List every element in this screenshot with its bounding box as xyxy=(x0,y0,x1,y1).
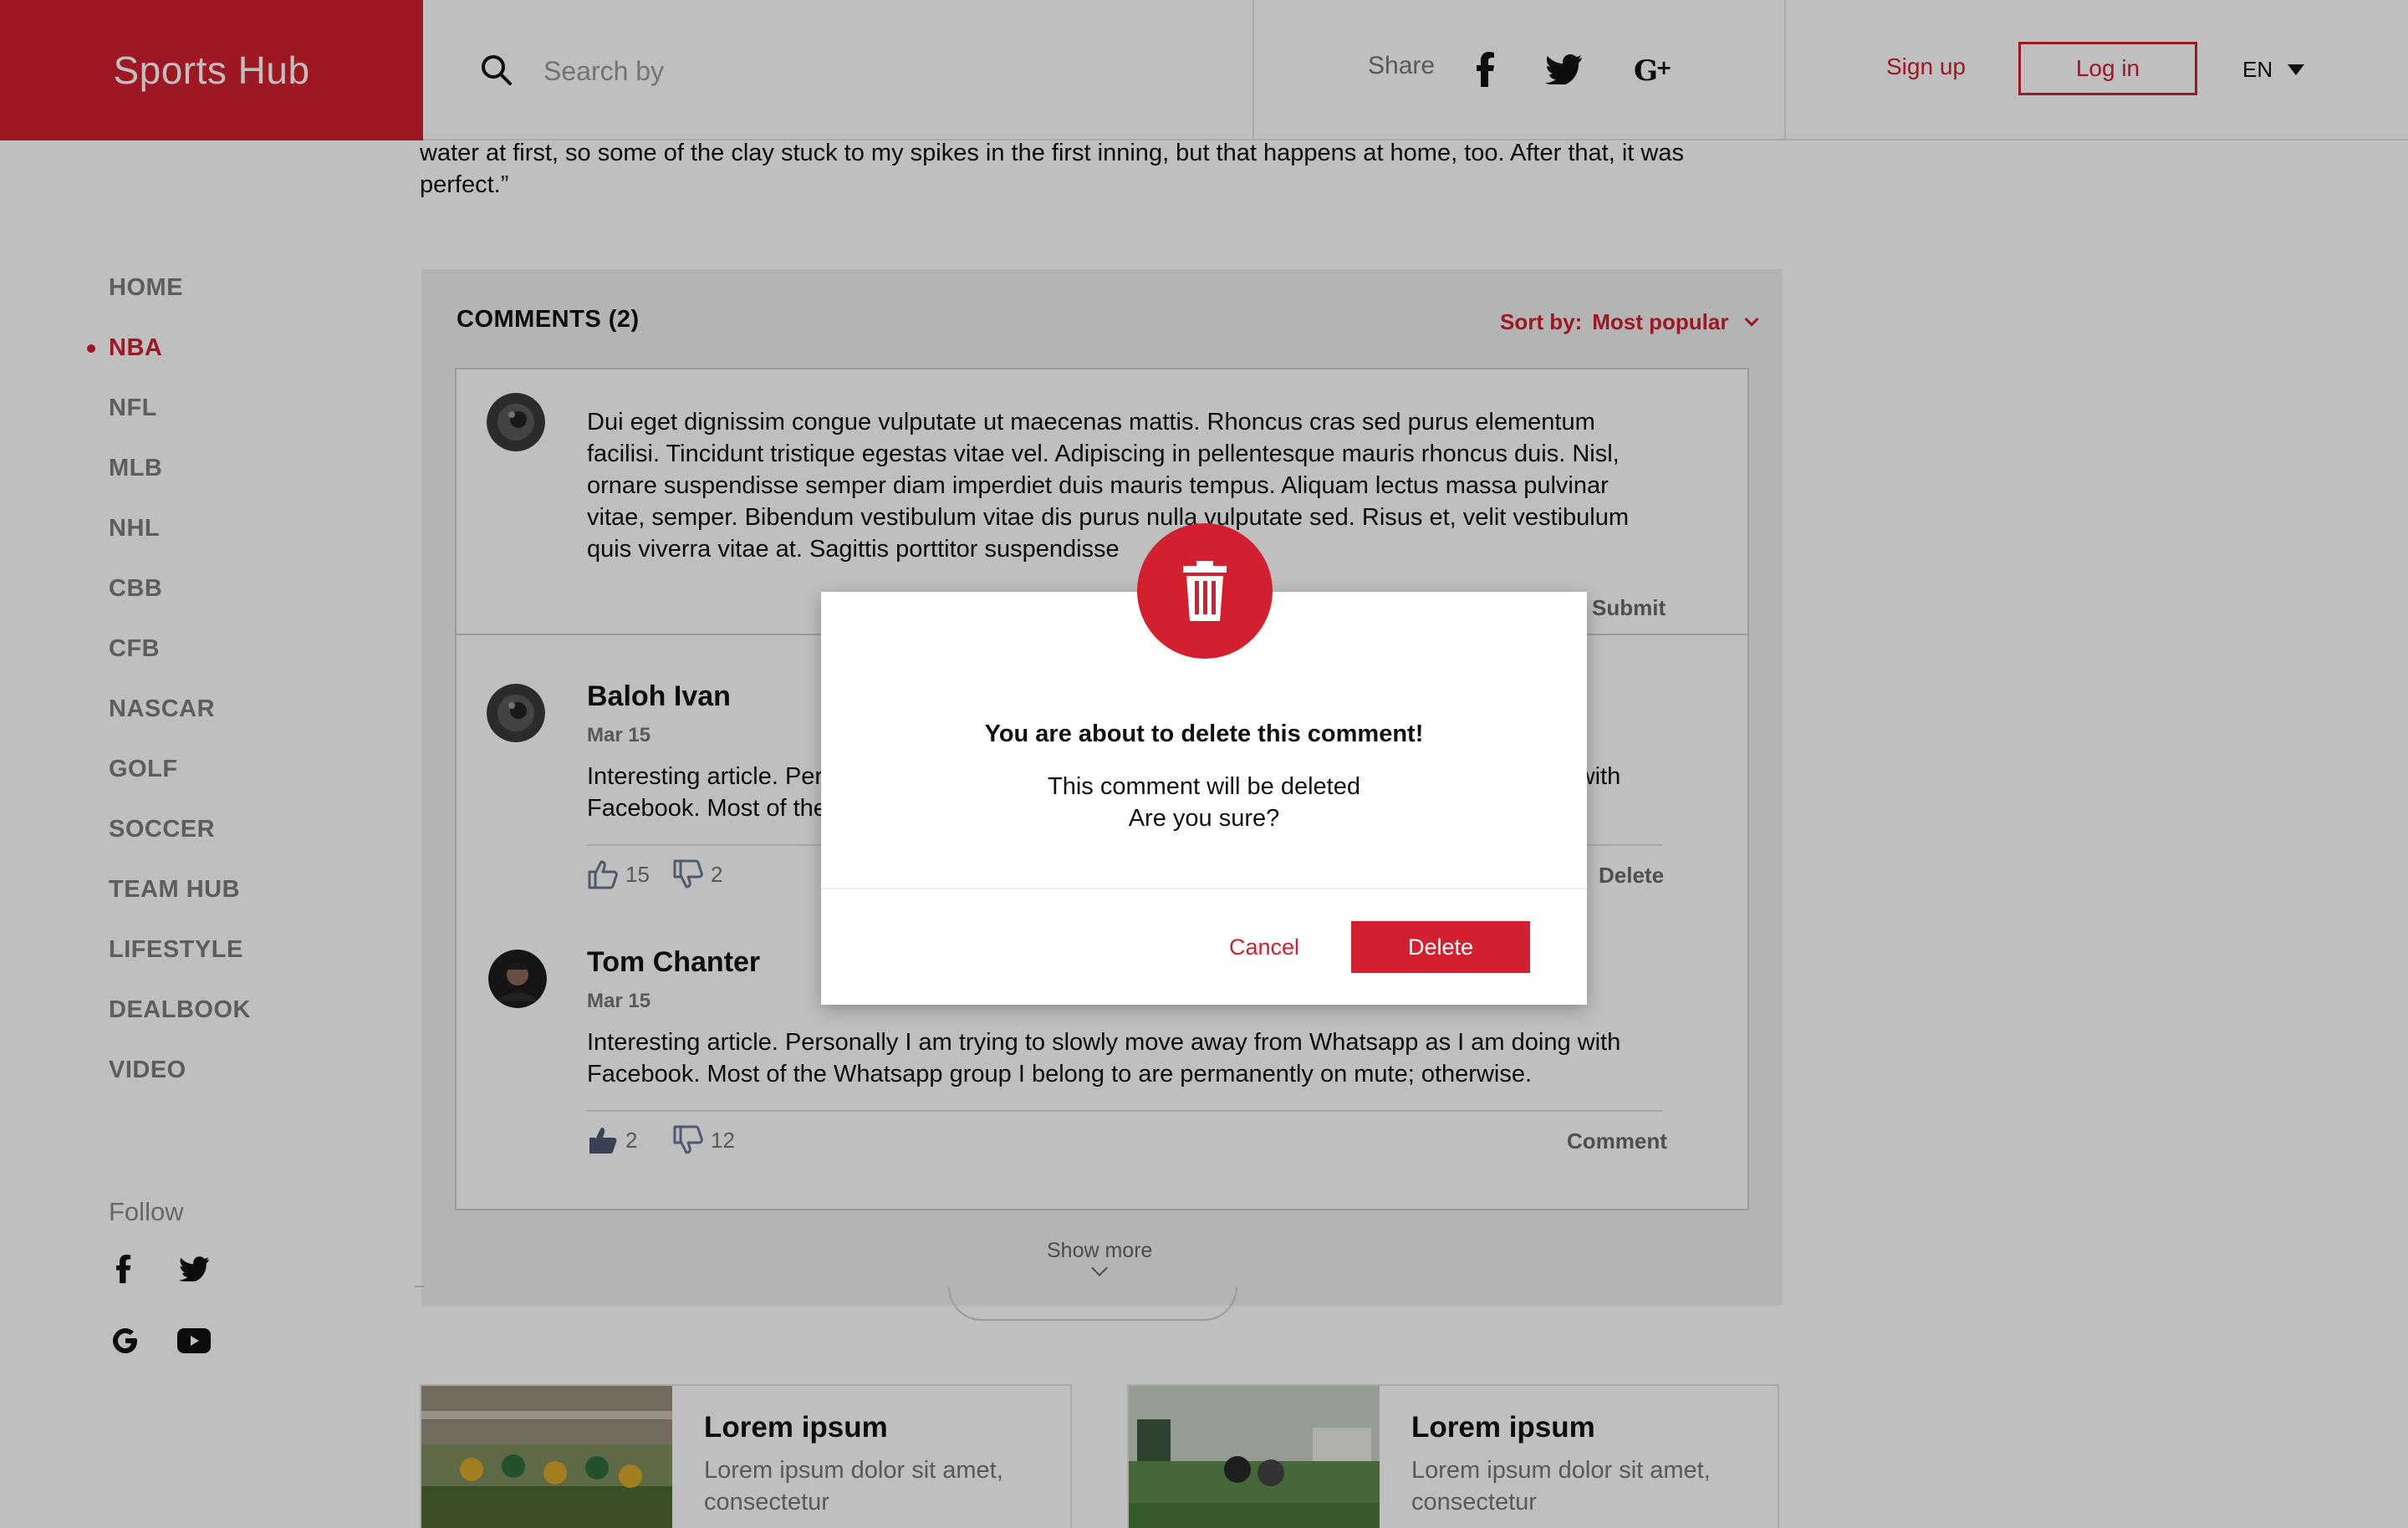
cancel-button[interactable]: Cancel xyxy=(1201,921,1328,973)
dialog-divider xyxy=(821,888,1587,889)
dialog-line: Are you sure? xyxy=(1128,805,1280,832)
delete-button[interactable]: Delete xyxy=(1351,921,1530,973)
trash-icon xyxy=(1137,523,1273,659)
dialog-line: This comment will be deleted xyxy=(1048,773,1360,800)
dialog-title: You are about to delete this comment! xyxy=(984,721,1424,747)
dialog-message: This comment will be deleted Are you sur… xyxy=(821,771,1587,834)
